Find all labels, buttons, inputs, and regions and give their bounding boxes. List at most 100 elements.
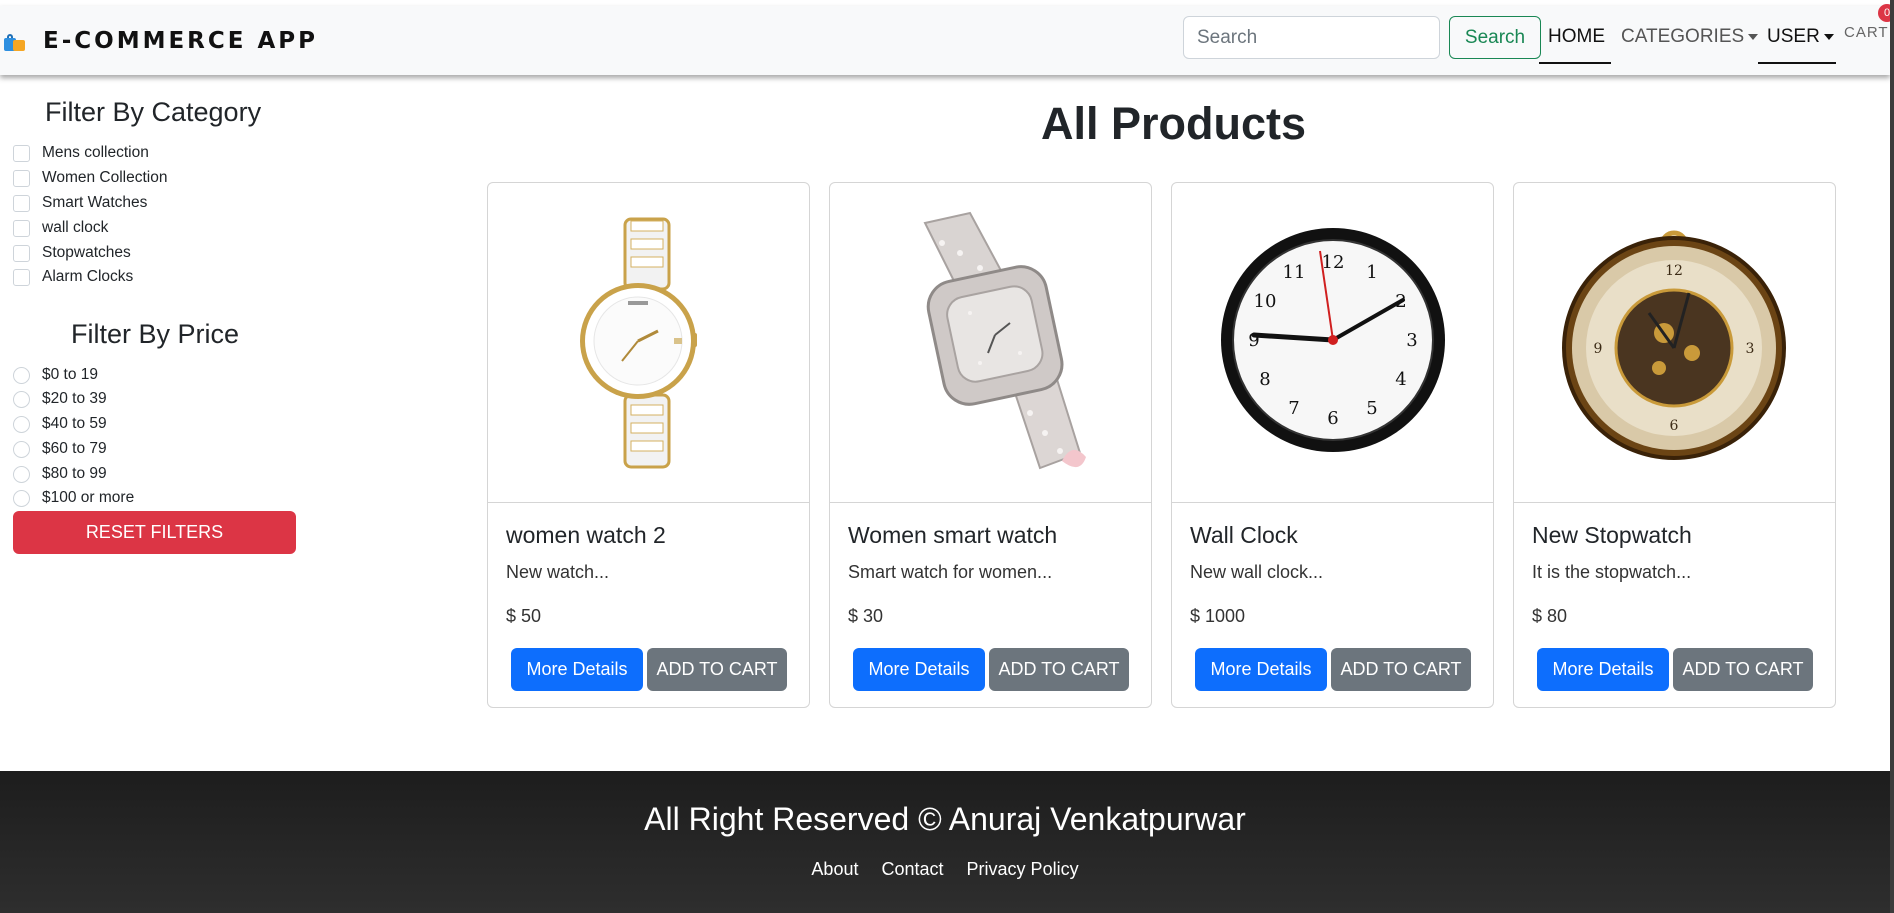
price-option[interactable]: $40 to 59 (13, 415, 107, 433)
search-input[interactable] (1183, 16, 1440, 59)
radio[interactable] (13, 465, 30, 483)
search-button[interactable]: Search (1449, 16, 1541, 59)
more-details-button[interactable]: More Details (511, 648, 643, 691)
caret-down-icon (1823, 33, 1834, 40)
nav-home-link[interactable]: HOME (1548, 26, 1605, 48)
category-label: Mens collection (42, 144, 149, 161)
page-title: All Products (1041, 98, 1307, 149)
svg-text:10: 10 (1254, 291, 1277, 312)
svg-text:12: 12 (1322, 252, 1345, 273)
add-to-cart-button[interactable]: ADD TO CART (1673, 648, 1813, 691)
svg-text:4: 4 (1395, 369, 1406, 390)
product-image (488, 183, 809, 503)
radio[interactable] (13, 366, 30, 384)
product-name: Wall Clock (1190, 522, 1298, 548)
add-to-cart-button[interactable]: ADD TO CART (647, 648, 787, 691)
window-edge (1890, 0, 1894, 913)
checkbox[interactable] (13, 144, 30, 162)
price-label: $40 to 59 (42, 415, 107, 432)
price-option[interactable]: $100 or more (13, 489, 134, 507)
svg-text:1: 1 (1366, 262, 1377, 283)
checkbox[interactable] (13, 244, 30, 262)
svg-text:9: 9 (1594, 341, 1603, 357)
navbar: E-COMMERCE APP Search HOME CATEGORIES US… (0, 6, 1890, 75)
category-label: Stopwatches (42, 244, 131, 261)
category-option[interactable]: Women Collection (13, 169, 168, 187)
product-description: It is the stopwatch... (1532, 562, 1692, 582)
product-description: New watch... (506, 562, 610, 582)
nav-cart-link[interactable]: CART (1844, 24, 1889, 41)
product-price: $ 80 (1532, 606, 1568, 626)
category-option[interactable]: Mens collection (13, 144, 149, 162)
svg-text:3: 3 (1746, 341, 1755, 357)
svg-text:6: 6 (1670, 418, 1679, 434)
svg-text:3: 3 (1406, 330, 1417, 351)
cart-count-badge: 0 (1878, 4, 1890, 22)
brand[interactable]: E-COMMERCE APP (2, 28, 318, 54)
product-name: New Stopwatch (1532, 522, 1692, 548)
product-card: women watch 2 New watch... $ 50 More Det… (487, 182, 810, 708)
svg-text:8: 8 (1259, 369, 1270, 390)
price-label: $20 to 39 (42, 390, 107, 407)
price-option[interactable]: $20 to 39 (13, 390, 107, 408)
page: E-COMMERCE APP Search HOME CATEGORIES US… (0, 0, 1890, 913)
category-option[interactable]: wall clock (13, 219, 108, 237)
checkbox[interactable] (13, 268, 30, 286)
nav-categories-label: CATEGORIES (1621, 26, 1745, 47)
radio[interactable] (13, 415, 30, 433)
shopping-bag-icon (2, 30, 26, 52)
footer-link-about[interactable]: About (811, 859, 858, 879)
category-label: Women Collection (42, 169, 168, 186)
category-label: wall clock (42, 219, 109, 236)
radio[interactable] (13, 390, 30, 408)
price-option[interactable]: $0 to 19 (13, 366, 98, 384)
price-option[interactable]: $60 to 79 (13, 440, 107, 458)
more-details-button[interactable]: More Details (1537, 648, 1669, 691)
checkbox[interactable] (13, 219, 30, 237)
footer-link-contact[interactable]: Contact (881, 859, 943, 879)
product-price: $ 50 (506, 606, 542, 626)
product-image: 12 3 6 9 (1514, 183, 1835, 503)
product-name: Women smart watch (848, 522, 1058, 548)
category-label: Alarm Clocks (42, 268, 134, 285)
caret-down-icon (1748, 33, 1759, 40)
more-details-button[interactable]: More Details (1195, 648, 1327, 691)
nav-categories-dropdown[interactable]: CATEGORIES (1621, 26, 1759, 48)
svg-text:5: 5 (1366, 398, 1377, 419)
category-option[interactable]: Alarm Clocks (13, 268, 133, 286)
radio[interactable] (13, 489, 30, 507)
filter-price-title: Filter By Price (71, 319, 240, 349)
price-label: $0 to 19 (42, 366, 99, 383)
checkbox[interactable] (13, 194, 30, 212)
reset-filters-button[interactable]: RESET FILTERS (13, 511, 296, 554)
product-card: Women smart watch Smart watch for women.… (829, 182, 1152, 708)
product-image: 12 1 2 3 4 5 6 7 8 9 10 11 (1172, 183, 1493, 503)
nav-user-dropdown[interactable]: USER (1767, 26, 1834, 48)
nav-home-underline (1539, 62, 1611, 64)
wristwatch-image (580, 217, 697, 469)
add-to-cart-button[interactable]: ADD TO CART (1331, 648, 1471, 691)
price-option[interactable]: $80 to 99 (13, 465, 107, 483)
brand-name[interactable]: E-COMMERCE APP (43, 28, 318, 54)
pocket-watch-image: 12 3 6 9 (1562, 230, 1786, 460)
footer: All Right Reserved © Anuraj Venkatpurwar… (0, 771, 1890, 913)
product-card: 12 1 2 3 4 5 6 7 8 9 10 11 Wa (1171, 182, 1494, 708)
product-price: $ 30 (848, 606, 884, 626)
product-name: women watch 2 (506, 522, 666, 548)
checkbox[interactable] (13, 169, 30, 187)
radio[interactable] (13, 440, 30, 458)
svg-text:12: 12 (1665, 263, 1683, 279)
product-image (830, 183, 1151, 503)
product-description: Smart watch for women... (848, 562, 1053, 582)
nav-user-underline (1758, 62, 1836, 64)
category-option[interactable]: Smart Watches (13, 194, 147, 212)
smartwatch-image (923, 211, 1086, 470)
more-details-button[interactable]: More Details (853, 648, 985, 691)
add-to-cart-button[interactable]: ADD TO CART (989, 648, 1129, 691)
footer-link-privacy-policy[interactable]: Privacy Policy (967, 859, 1079, 879)
footer-copyright: All Right Reserved © Anuraj Venkatpurwar (644, 801, 1246, 837)
wall-clock-image: 12 1 2 3 4 5 6 7 8 9 10 11 (1221, 228, 1445, 452)
category-label: Smart Watches (42, 194, 148, 211)
filter-category-title: Filter By Category (45, 97, 262, 127)
category-option[interactable]: Stopwatches (13, 244, 131, 262)
